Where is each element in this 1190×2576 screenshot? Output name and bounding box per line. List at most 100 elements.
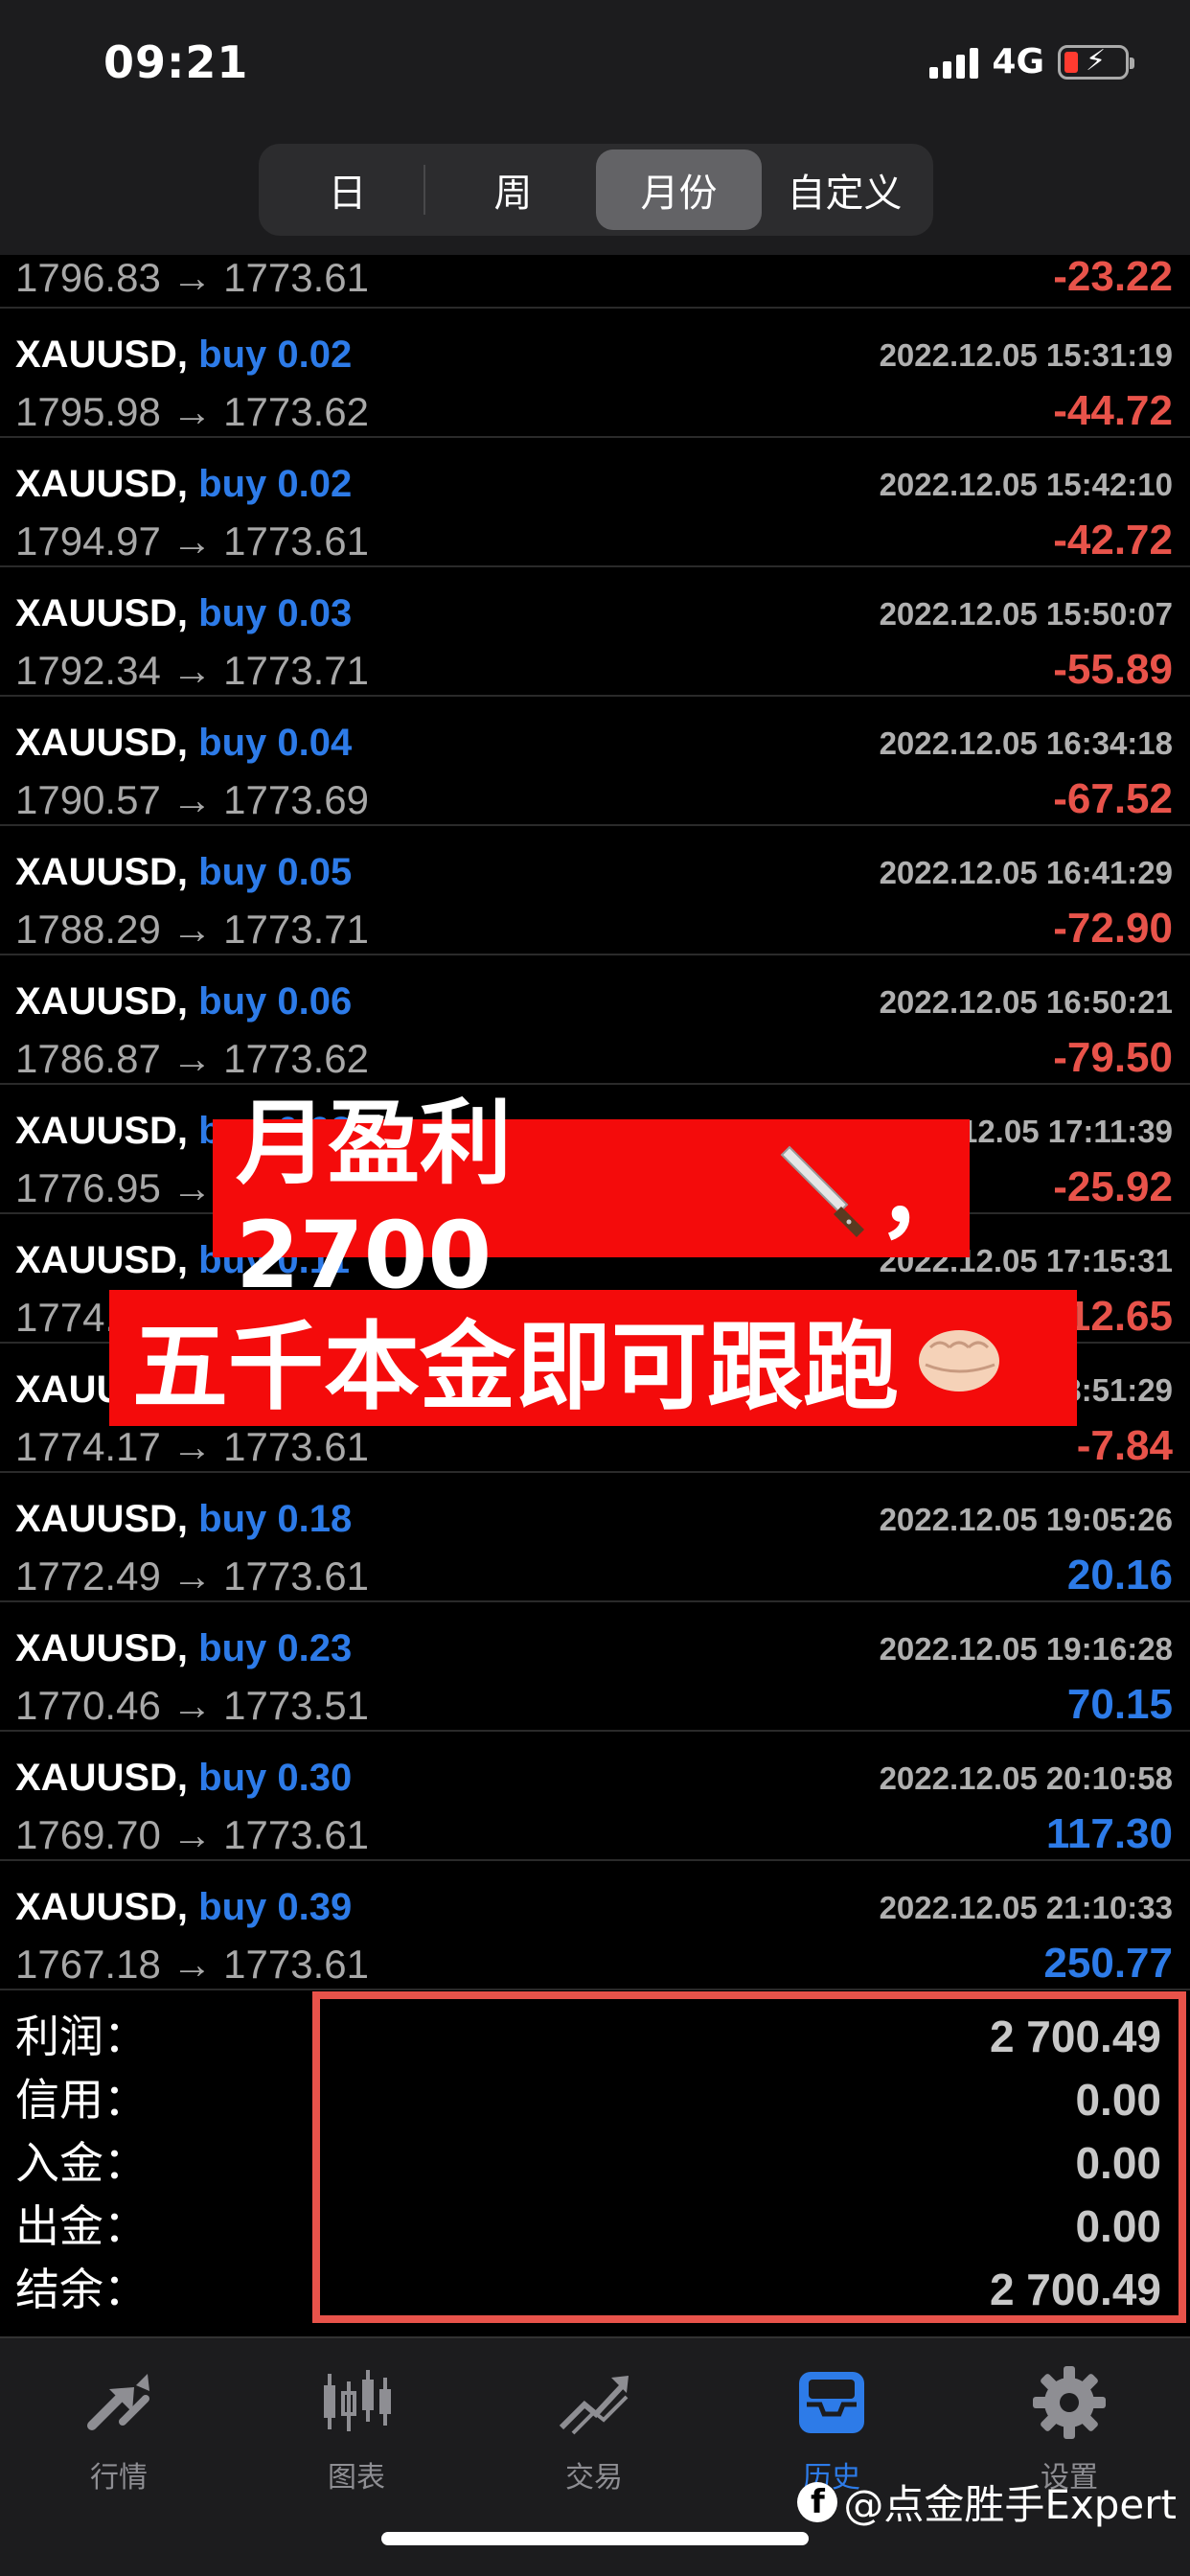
tab-charts[interactable]: 图表 (280, 2359, 433, 2496)
tab-label: 交易 (565, 2461, 623, 2495)
segment-divider (423, 165, 425, 215)
deal-profit: -23.22 (1053, 253, 1173, 300)
quotes-arrows-icon (76, 2359, 162, 2446)
deal-symbol-name: XAUUSD, (15, 1757, 189, 1799)
deal-symbol: XAUUSD, buy 0.05 (15, 851, 352, 894)
deal-prices: 1795.98 → 1773.62 (15, 389, 369, 434)
tab-trade[interactable]: 交易 (517, 2359, 671, 2496)
deal-profit: -44.72 (1053, 387, 1173, 434)
battery-icon: ⚡ (1058, 44, 1134, 80)
deal-time: 2022.12.05 15:42:10 (879, 467, 1173, 502)
list-item[interactable]: XAUUSD, buy 0.02 2022.12.05 15:31:19 1795.… (0, 309, 1190, 438)
deal-time: 2022.12.05 21:10:33 (879, 1890, 1173, 1925)
list-item-partial[interactable]: 1796.83 → 1773.61 -23.22 (0, 253, 1190, 309)
deal-profit: -25.92 (1053, 1163, 1173, 1210)
deal-prices: 1767.18 → 1773.61 (15, 1942, 369, 1987)
summary-value-profit: 2 700.49 (989, 2012, 1161, 2061)
list-item[interactable]: XAUUSD, buy 0.04 2022.12.05 16:34:18 1790.… (0, 697, 1190, 826)
period-tab-custom[interactable]: 自定义 (762, 150, 927, 230)
deal-prices: 1769.70 → 1773.61 (15, 1812, 369, 1857)
deal-time: 2022.12.05 16:41:29 (879, 855, 1173, 890)
deal-side-volume: buy 0.02 (198, 334, 353, 376)
summary-label-balance: 结余： (15, 2264, 148, 2315)
summary-values: 2 700.49 0.00 0.00 0.00 2 700.49 (990, 2005, 1161, 2321)
promo-text-line1-suffix: ， (878, 1142, 970, 1251)
deal-side-volume: buy 0.03 (198, 592, 353, 634)
deal-symbol-name: XAUUSD, (15, 1627, 189, 1669)
period-tab-day[interactable]: 日 (264, 150, 430, 230)
deal-profit: -79.50 (1053, 1034, 1173, 1081)
list-item[interactable]: XAUUSD, buy 0.39 2022.12.05 21:10:33 1767.… (0, 1861, 1190, 1990)
period-selector-bar: 日 周 月份 自定义 (0, 134, 1190, 255)
summary-label-withdrawal: 出金： (15, 2200, 148, 2252)
candlestick-chart-icon (313, 2359, 400, 2446)
deal-side-volume: buy 0.23 (198, 1627, 353, 1669)
list-item[interactable]: XAUUSD, buy 0.03 2022.12.05 15:50:07 1792.… (0, 567, 1190, 697)
deal-symbol: XAUUSD, buy 0.02 (15, 334, 352, 377)
list-item[interactable]: XAUUSD, buy 0.23 2022.12.05 19:16:28 1770.… (0, 1602, 1190, 1732)
promo-banner-line1: 月盈利2700 ， (213, 1090, 970, 1309)
deal-symbol: XAUUSD, buy 0.30 (15, 1757, 352, 1800)
tab-quotes[interactable]: 行情 (42, 2359, 195, 2496)
status-bar: 09:21 4G ⚡ (0, 0, 1190, 134)
deal-side-volume: buy 0.18 (198, 1498, 353, 1540)
deal-symbol: XAUUSD, buy 0.39 (15, 1886, 352, 1929)
deal-side-volume: buy 0.30 (198, 1757, 353, 1799)
deal-prices: 1796.83 → 1773.61 (15, 255, 369, 300)
deal-symbol: XAUUSD, buy 0.18 (15, 1498, 352, 1541)
period-tab-week[interactable]: 周 (430, 150, 596, 230)
deal-profit: 250.77 (1043, 1940, 1173, 1987)
deal-prices: 1774.17 → 1773.61 (15, 1424, 369, 1469)
deal-side-volume: buy 0.02 (198, 463, 353, 505)
list-item[interactable]: XAUUSD, buy 0.06 2022.12.05 16:50:21 1786.… (0, 955, 1190, 1085)
period-segmented-control: 日 周 月份 自定义 (259, 144, 933, 236)
summary-highlight-box: 2 700.49 0.00 0.00 0.00 2 700.49 (312, 1991, 1186, 2323)
deal-prices: 1772.49 → 1773.61 (15, 1553, 369, 1598)
summary-value-balance: 2 700.49 (989, 2265, 1161, 2314)
deal-symbol: XAUUSD, buy 0.02 (15, 463, 352, 506)
list-item[interactable]: XAUUSD, buy 0.18 2022.12.05 19:05:26 1772.… (0, 1473, 1190, 1602)
deal-symbol-name: XAUUSD, (15, 592, 189, 634)
deal-symbol: XAUUSD, buy 0.23 (15, 1627, 352, 1670)
deal-symbol: XAUUSD, buy 0.04 (15, 722, 352, 765)
deal-symbol: XAUUSD, buy 0.03 (15, 592, 352, 635)
deal-symbol-name: XAUUSD, (15, 851, 189, 893)
deal-time: 2022.12.05 19:05:26 (879, 1502, 1173, 1537)
summary-label-credit: 信用： (15, 2074, 148, 2126)
list-item[interactable]: XAUUSD, buy 0.02 2022.12.05 15:42:10 1794.… (0, 438, 1190, 567)
deal-time: 2022.12.05 15:31:19 (879, 337, 1173, 373)
deal-profit: 70.15 (1066, 1681, 1173, 1728)
deal-side-volume: buy 0.04 (198, 722, 353, 764)
status-time: 09:21 (103, 36, 249, 88)
deal-time: 2022.12.05 15:50:07 (879, 596, 1173, 632)
deal-side-volume: buy 0.06 (198, 980, 353, 1023)
deal-symbol-name: XAUUSD, (15, 334, 189, 376)
deal-symbol: XAUUSD, buy 0.06 (15, 980, 352, 1024)
list-item[interactable]: XAUUSD, buy 0.05 2022.12.05 16:41:29 1788.… (0, 826, 1190, 955)
list-item[interactable]: XAUUSD, buy 0.30 2022.12.05 20:10:58 1769.… (0, 1732, 1190, 1861)
summary-labels: 利润： 信用： 入金： 出金： 结余： (15, 2005, 148, 2321)
history-inbox-icon (789, 2359, 875, 2446)
tab-label: 图表 (328, 2461, 385, 2495)
gear-icon (1026, 2359, 1112, 2446)
deal-symbol-name: XAUUSD, (15, 980, 189, 1023)
deal-side-volume: buy 0.05 (198, 851, 353, 893)
deal-profit: -42.72 (1053, 517, 1173, 564)
deal-symbol-name: XAUUSD, (15, 1498, 189, 1540)
cellular-signal-icon (929, 46, 979, 79)
tab-label: 行情 (90, 2461, 148, 2495)
status-indicators: 4G ⚡ (929, 42, 1134, 81)
summary-label-deposit: 入金： (15, 2137, 148, 2189)
deal-profit: 117.30 (1045, 1810, 1173, 1857)
deal-symbol-name: XAUUSD, (15, 722, 189, 764)
deal-profit: 20.16 (1066, 1552, 1173, 1598)
summary-label-profit: 利润： (15, 2011, 148, 2062)
deal-time: 2022.12.05 19:16:28 (879, 1631, 1173, 1667)
deal-profit: -55.89 (1053, 646, 1173, 693)
period-tab-month[interactable]: 月份 (596, 150, 762, 230)
deal-prices: 1790.57 → 1773.69 (15, 777, 369, 822)
deal-side-volume: buy 0.39 (198, 1886, 353, 1928)
summary-value-withdrawal: 0.00 (1075, 2201, 1161, 2251)
knife-emoji-icon (772, 1136, 878, 1241)
watermark-text: @点金胜手Expert (843, 2481, 1177, 2528)
